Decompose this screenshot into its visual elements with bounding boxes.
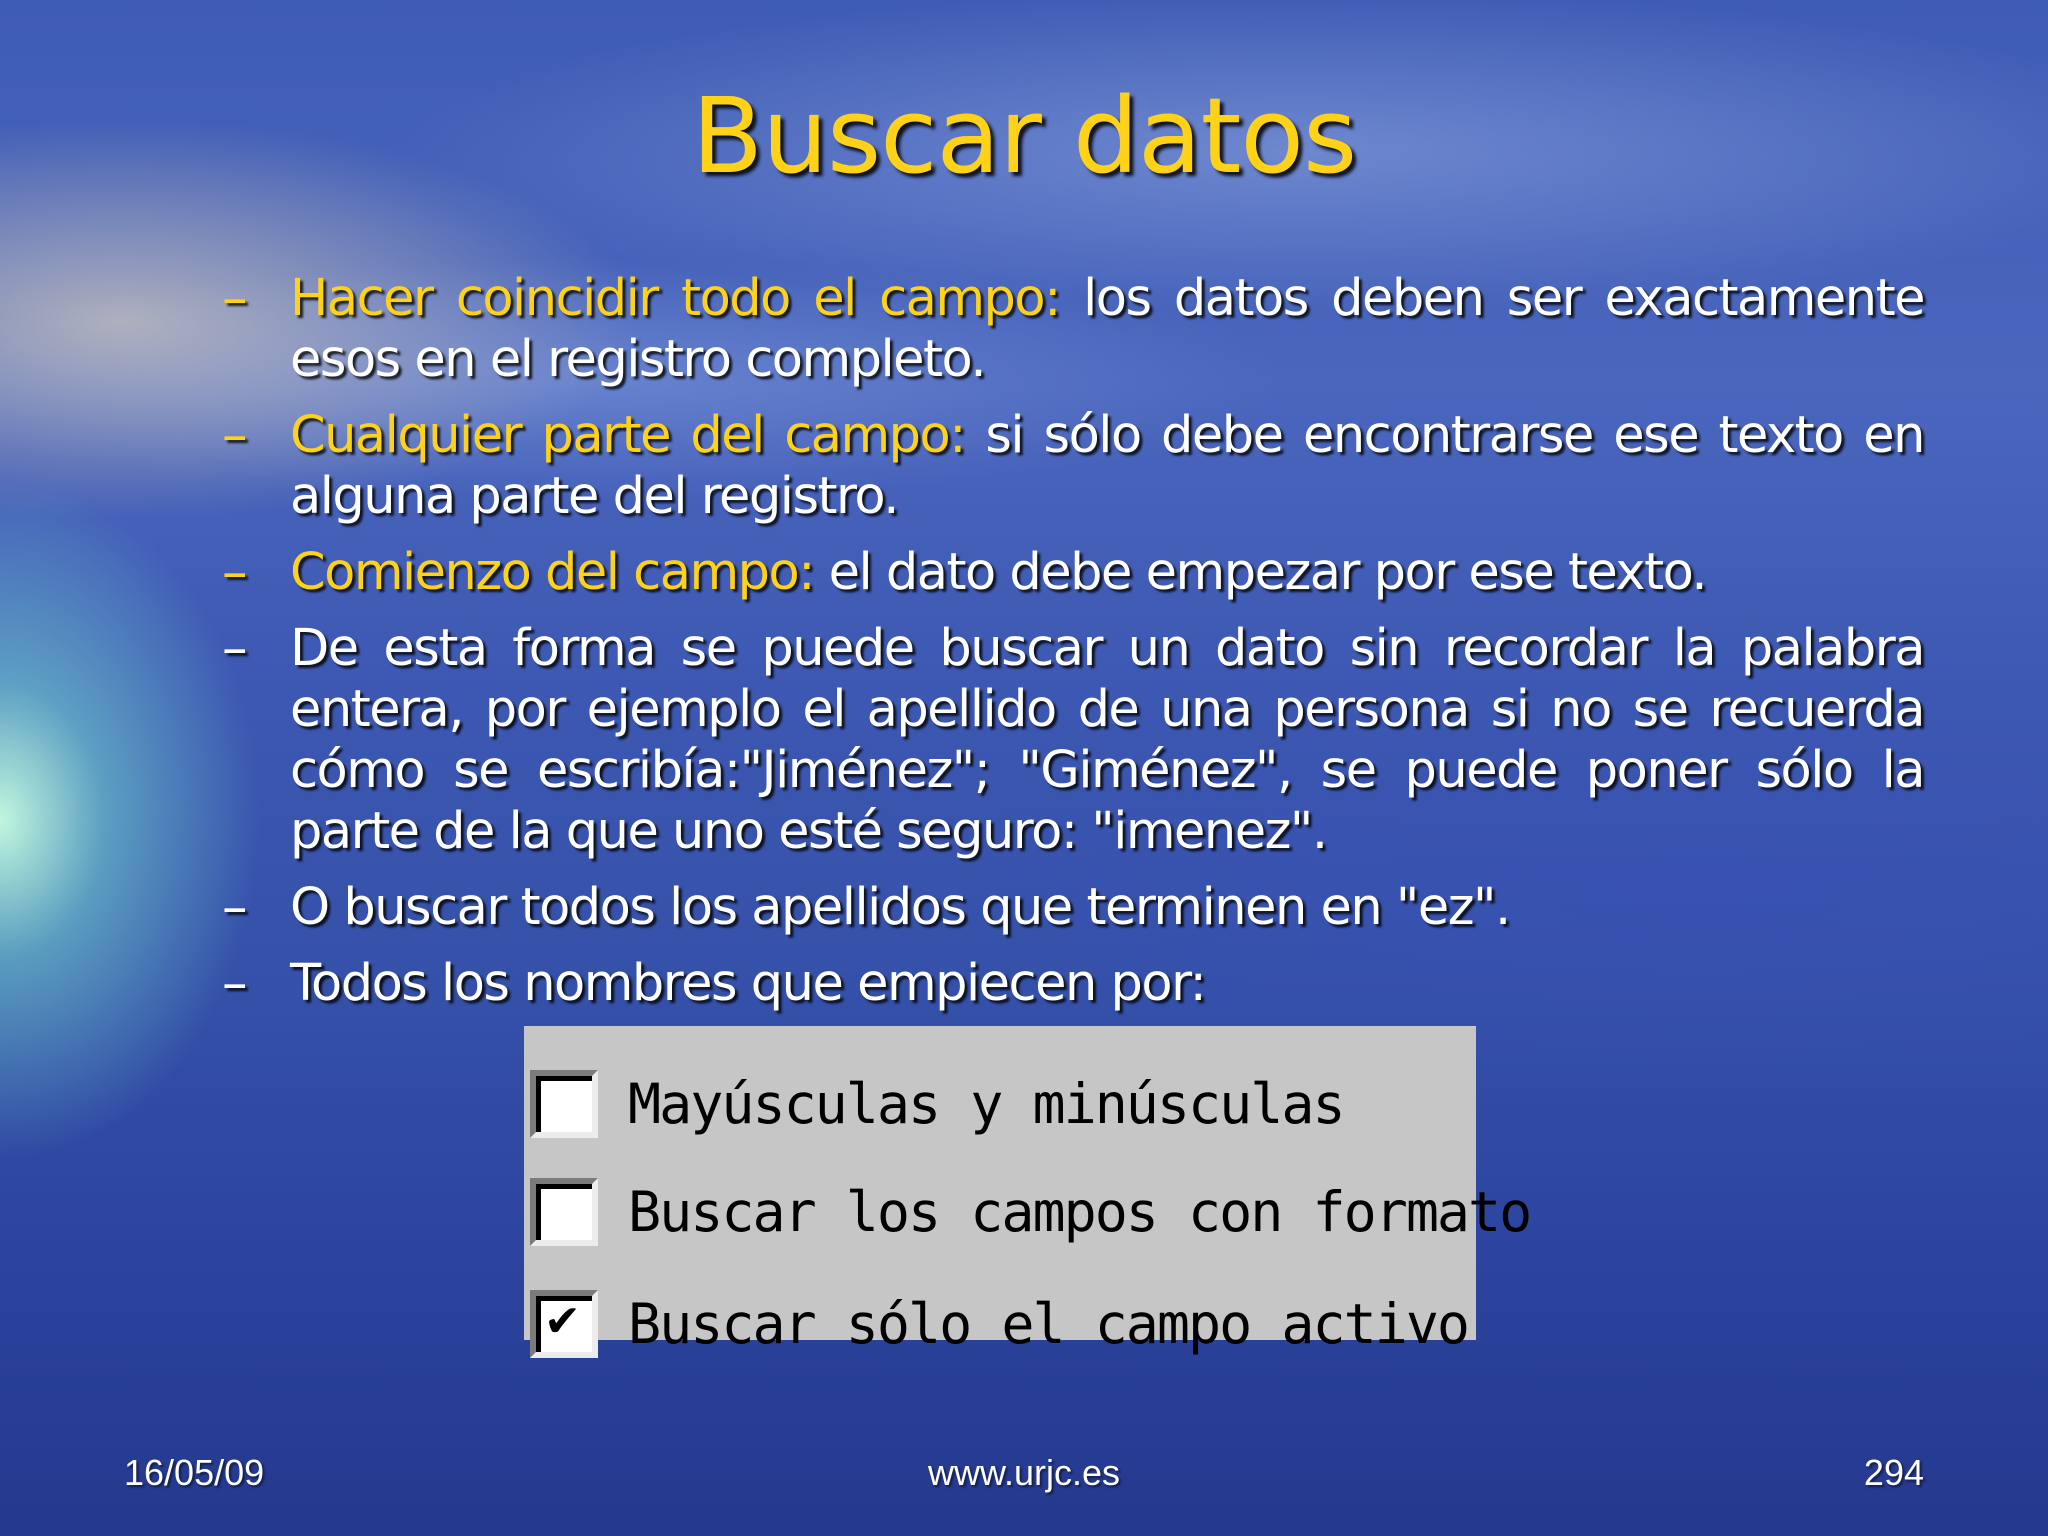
bullet-item: – De esta forma se puede buscar un dato s…: [222, 618, 1926, 862]
bullet-text: Todos los nombres que empiecen por:: [290, 954, 1207, 1013]
search-active-field-label: Buscar sólo el campo activo: [628, 1292, 1470, 1356]
footer-url: www.urjc.es: [927, 1452, 1121, 1493]
bullet-item: – Comienzo del campo: el dato debe empeza…: [222, 542, 1924, 603]
bullet-dash: –: [222, 878, 248, 937]
bullet-highlight: Comienzo del campo:: [290, 543, 815, 602]
bullet-highlight: Cualquier parte del campo:: [290, 406, 966, 465]
bullet-dash: –: [222, 619, 248, 678]
match-case-checkbox[interactable]: [530, 1070, 598, 1138]
search-options-panel: Mayúsculas y minúsculas Buscar los campo…: [524, 1026, 1532, 1358]
bullet-item: – O buscar todos los apellidos que termin…: [222, 877, 1924, 938]
bullet-item: – Hacer coincidir todo el campo: los dato…: [222, 268, 1926, 390]
bullet-text: el dato debe empezar por ese texto.: [813, 543, 1708, 602]
bullet-dash: –: [222, 406, 248, 465]
check-mark-icon: ✔: [544, 1296, 581, 1347]
bullet-highlight: Hacer coincidir todo el campo:: [290, 269, 1061, 328]
search-active-field-checkbox[interactable]: ✔: [530, 1290, 598, 1358]
search-formatted-checkbox[interactable]: [530, 1178, 598, 1246]
slide-title: Buscar datos: [691, 75, 1358, 197]
page-number: 294: [1863, 1452, 1924, 1493]
bullet-dash: –: [222, 954, 248, 1013]
bullet-list: – Hacer coincidir todo el campo: los dato…: [222, 268, 1926, 1029]
bullet-item: – Todos los nombres que empiecen por:: [222, 953, 1924, 1014]
bullet-text: O buscar todos los apellidos que termine…: [290, 878, 1511, 937]
bullet-dash: –: [222, 543, 248, 602]
bullet-item: – Cualquier parte del campo: si sólo debe…: [222, 405, 1926, 527]
match-case-label: Mayúsculas y minúsculas: [628, 1072, 1346, 1136]
bullet-text: De esta forma se puede buscar un dato si…: [290, 619, 1926, 861]
bullet-dash: –: [222, 269, 248, 328]
search-formatted-label: Buscar los campos con formato: [628, 1180, 1532, 1244]
